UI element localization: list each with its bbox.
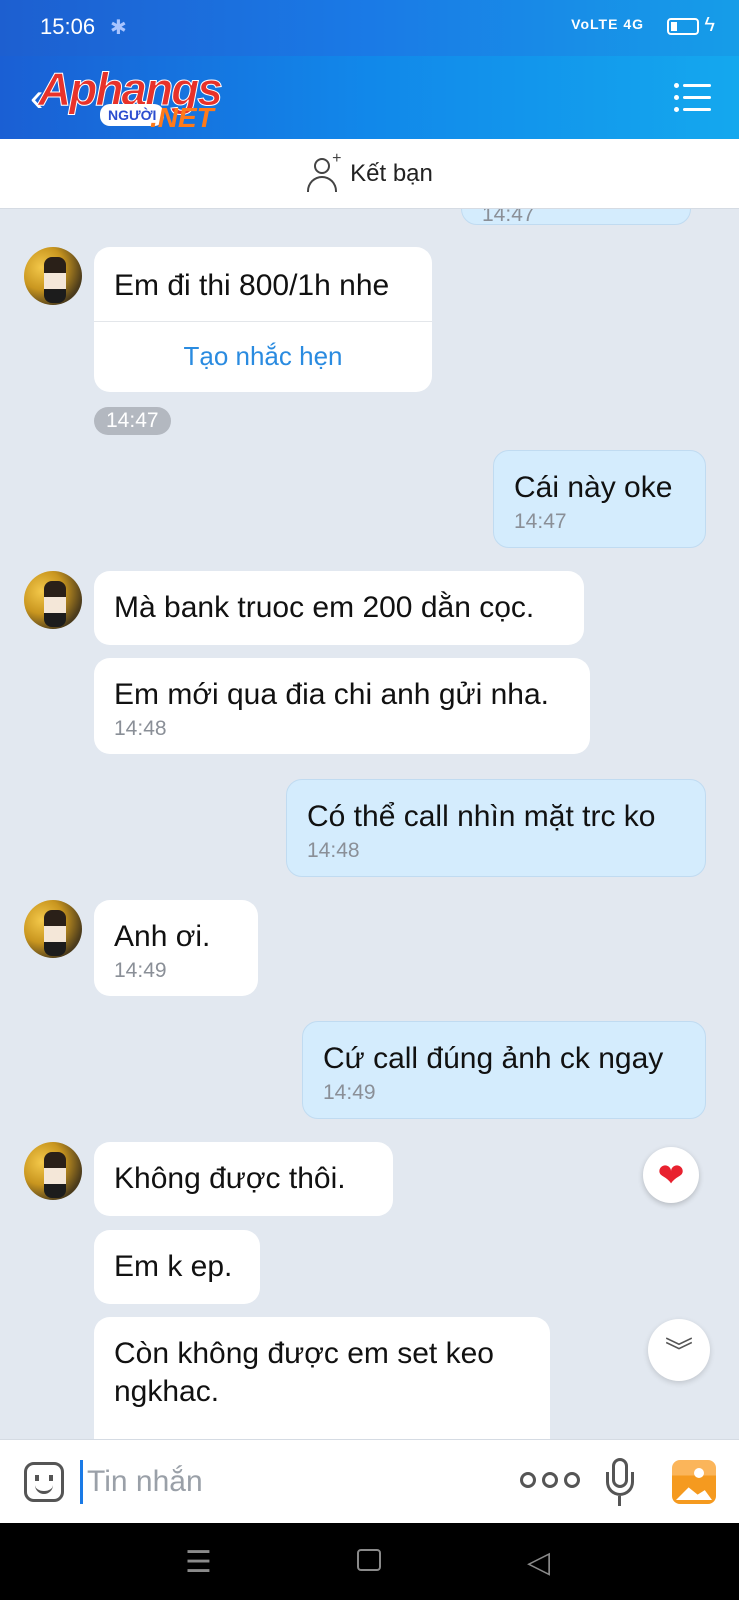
message-time: 14:49: [323, 1081, 376, 1104]
back-nav-icon[interactable]: ◁: [527, 1545, 550, 1580]
message-bubble-outgoing[interactable]: 14:47: [461, 209, 691, 226]
message-bubble-incoming[interactable]: Không được thôi.: [94, 1142, 393, 1216]
emoji-icon[interactable]: [24, 1462, 64, 1502]
double-chevron-down-icon[interactable]: ︾: [648, 1319, 710, 1381]
message-bubble-outgoing[interactable]: Cứ call đúng ảnh ck ngay 14:49: [302, 1021, 706, 1119]
message-text: Anh ơi.: [114, 920, 211, 953]
message-text: Không được thôi.: [114, 1162, 346, 1195]
message-text: Còn không được em set keo ngkhac.: [114, 1337, 494, 1408]
site-logo: Aphangs NGƯỜI .NET: [38, 62, 268, 134]
message-time: 14:49: [114, 959, 167, 982]
add-friend-icon: +: [306, 150, 341, 192]
message-bubble-incoming[interactable]: Còn không được em set keo ngkhac.: [94, 1317, 550, 1439]
gear-icon: ✱: [110, 17, 127, 39]
message-input[interactable]: [80, 1460, 480, 1504]
message-time-pill: 14:47: [94, 407, 171, 435]
microphone-icon[interactable]: [606, 1458, 634, 1508]
message-text: Em mới qua đia chi anh gửi nha.: [114, 678, 549, 711]
message-bubble-incoming[interactable]: Em k ep.: [94, 1230, 260, 1304]
message-composer: [0, 1439, 739, 1523]
avatar[interactable]: [24, 247, 82, 305]
message-bubble-incoming[interactable]: Em mới qua đia chi anh gửi nha. 14:48: [94, 658, 590, 754]
message-text: Em đi thi 800/1h nhe: [114, 269, 390, 302]
message-bubble-incoming[interactable]: Em đi thi 800/1h nhe Tạo nhắc hẹn: [94, 247, 432, 392]
battery-icon: [667, 18, 699, 35]
add-friend-bar[interactable]: + Kết bạn: [0, 139, 739, 209]
message-time: 14:48: [114, 717, 167, 740]
system-nav-bar: ☰ ◁: [0, 1523, 739, 1600]
more-icon[interactable]: [520, 1472, 580, 1488]
message-time: 14:47: [482, 209, 535, 226]
home-icon[interactable]: [357, 1549, 381, 1571]
message-text: Cứ call đúng ảnh ck ngay: [323, 1042, 664, 1075]
status-time: 15:06: [40, 14, 96, 39]
charging-icon: ϟ: [704, 14, 715, 36]
chat-history[interactable]: 14:47 Em đi thi 800/1h nhe Tạo nhắc hẹn …: [0, 209, 739, 1439]
message-text: Có thể call nhìn mặt trc ko: [307, 800, 656, 833]
avatar[interactable]: [24, 900, 82, 958]
add-friend-label: Kết bạn: [350, 159, 433, 187]
menu-list-icon[interactable]: [674, 83, 711, 112]
message-bubble-incoming[interactable]: Anh ơi. 14:49: [94, 900, 258, 996]
message-bubble-incoming[interactable]: Mà bank truoc em 200 dằn cọc.: [94, 571, 584, 645]
logo-suffix-text: .NET: [150, 102, 214, 133]
message-time: 14:47: [514, 510, 567, 533]
heart-icon[interactable]: ❤: [643, 1147, 699, 1203]
message-time: 14:48: [307, 839, 360, 862]
avatar[interactable]: [24, 1142, 82, 1200]
recents-icon[interactable]: ☰: [185, 1545, 212, 1580]
app-header: ‹ Aphangs NGƯỜI .NET: [0, 56, 739, 139]
message-text: Mà bank truoc em 200 dằn cọc.: [114, 591, 535, 624]
message-bubble-outgoing[interactable]: Có thể call nhìn mặt trc ko 14:48: [286, 779, 706, 877]
avatar[interactable]: [24, 571, 82, 629]
message-text: Cái này oke: [514, 471, 673, 504]
network-indicator: VoLTE 4G: [571, 16, 644, 32]
gallery-icon[interactable]: [672, 1460, 716, 1504]
status-bar: 15:06 ✱ VoLTE 4G ϟ: [0, 0, 739, 56]
create-reminder-button[interactable]: Tạo nhắc hẹn: [94, 321, 432, 392]
message-text: Em k ep.: [114, 1250, 233, 1283]
message-bubble-outgoing[interactable]: Cái này oke 14:47: [493, 450, 706, 548]
